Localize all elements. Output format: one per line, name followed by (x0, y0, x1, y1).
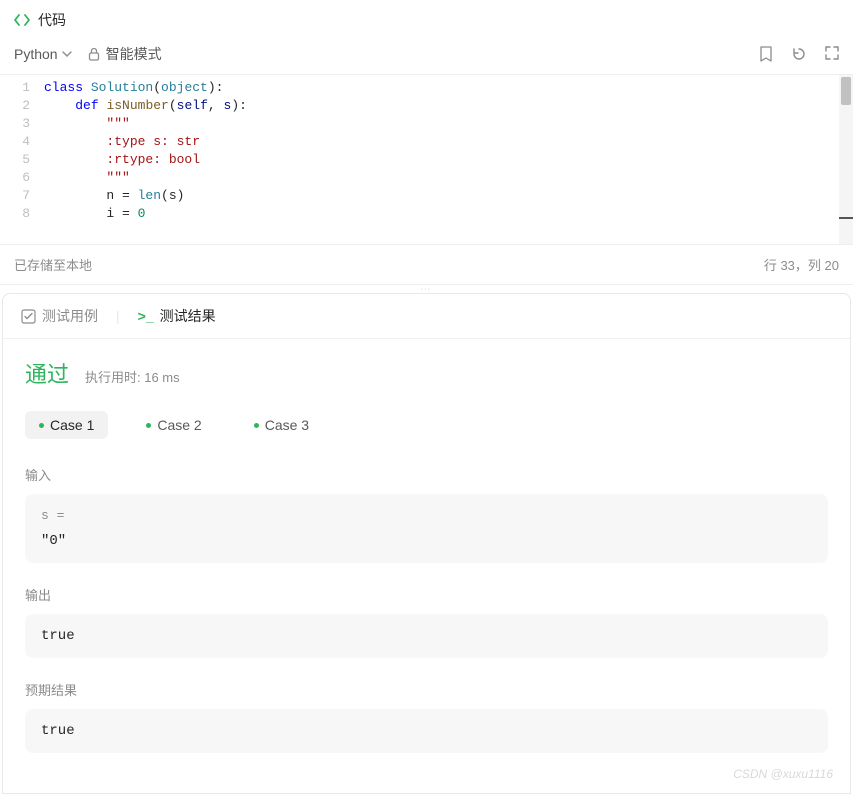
runtime-text: 执行用时: 16 ms (85, 367, 180, 386)
editor-toolbar: Python 智能模式 (0, 38, 853, 75)
chevron-down-icon (62, 49, 72, 59)
editor-status-bar: 已存储至本地 行 33，列 20 (0, 245, 853, 285)
expected-label: 预期结果 (25, 680, 828, 699)
case-tab-label: Case 3 (265, 417, 309, 433)
mode-label: 智能模式 (106, 44, 162, 64)
tab-result-label: 测试结果 (160, 306, 216, 326)
results-panel: 测试用例 | >_ 测试结果 通过 执行用时: 16 ms Case 1Case… (2, 293, 851, 794)
case-tab-2[interactable]: Case 2 (132, 411, 215, 439)
case-tab-label: Case 2 (157, 417, 201, 433)
expected-value: true (41, 723, 812, 739)
result-status: 通过 (25, 357, 69, 389)
fullscreen-icon[interactable] (825, 46, 839, 62)
panel-title: 代码 (38, 10, 66, 30)
input-value: "0" (41, 533, 812, 549)
language-label: Python (14, 46, 58, 62)
line-gutter: 12345678 (0, 79, 44, 223)
terminal-icon: >_ (138, 308, 154, 324)
code-content[interactable]: class Solution(object): def isNumber(sel… (44, 79, 853, 223)
cursor-position: 行 33，列 20 (764, 255, 839, 274)
bookmark-icon[interactable] (759, 46, 773, 62)
watermark: CSDN @xuxu1116 (733, 767, 833, 781)
status-dot (254, 423, 259, 428)
output-box: true (25, 614, 828, 658)
tab-separator: | (116, 308, 120, 324)
case-tabs: Case 1 Case 2 Case 3 (25, 411, 828, 439)
tab-testcase-label: 测试用例 (42, 306, 98, 326)
checklist-icon (21, 309, 36, 324)
mode-indicator[interactable]: 智能模式 (88, 44, 162, 64)
result-body: 通过 执行用时: 16 ms Case 1 Case 2 Case 3 输入 s =… (3, 339, 850, 793)
case-tab-3[interactable]: Case 3 (240, 411, 323, 439)
lock-icon (88, 47, 100, 61)
status-dot (39, 423, 44, 428)
code-icon (14, 12, 30, 28)
toolbar-actions (759, 46, 839, 62)
output-label: 输出 (25, 585, 828, 604)
tab-testcase[interactable]: 测试用例 (21, 306, 98, 326)
tab-result[interactable]: >_ 测试结果 (138, 306, 216, 326)
scrollbar-thumb[interactable] (841, 77, 851, 105)
status-dot (146, 423, 151, 428)
reset-icon[interactable] (791, 46, 807, 62)
save-status: 已存储至本地 (14, 255, 92, 274)
language-selector[interactable]: Python (14, 46, 72, 62)
result-tabs: 测试用例 | >_ 测试结果 (3, 294, 850, 339)
case-tab-label: Case 1 (50, 417, 94, 433)
panel-header: 代码 (0, 0, 853, 38)
input-var: s = (41, 508, 812, 523)
expected-box: true (25, 709, 828, 753)
resize-handle[interactable]: ⋯ (0, 285, 853, 293)
input-box: s = "0" (25, 494, 828, 563)
input-label: 输入 (25, 465, 828, 484)
code-editor[interactable]: 12345678 class Solution(object): def isN… (0, 75, 853, 245)
output-value: true (41, 628, 812, 644)
case-tab-1[interactable]: Case 1 (25, 411, 108, 439)
editor-marker (839, 217, 853, 219)
